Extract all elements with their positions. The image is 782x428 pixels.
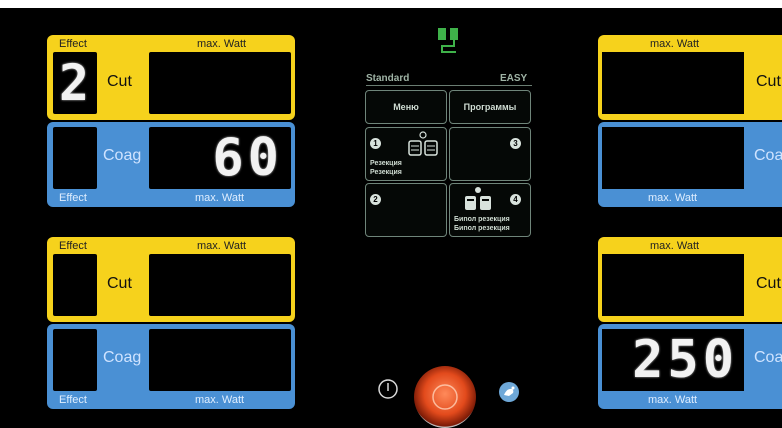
- effect-label: Effect: [59, 38, 87, 50]
- footswitch-icon[interactable]: [498, 381, 520, 403]
- menu-label: Меню: [393, 102, 419, 112]
- bipolar-icon: [465, 187, 491, 210]
- right-2-coag-panel[interactable]: 250 Coa max. Watt: [598, 324, 782, 409]
- max-watt-label: max. Watt: [195, 192, 245, 204]
- effect-label: Effect: [59, 192, 87, 204]
- power-icon[interactable]: [377, 378, 399, 400]
- coag-label: Coag: [103, 147, 142, 164]
- watt-display[interactable]: [149, 52, 291, 114]
- right-2-cut-panel[interactable]: max. Watt Cut: [598, 237, 782, 322]
- watt-display[interactable]: 60: [149, 127, 291, 189]
- programs-label: Программы: [463, 102, 517, 112]
- effect-value: 2: [59, 54, 90, 112]
- menu-button[interactable]: Меню: [365, 90, 447, 124]
- activate-button[interactable]: [414, 366, 476, 428]
- max-watt-label: max. Watt: [650, 240, 700, 252]
- effect-display[interactable]: 2: [53, 52, 97, 114]
- left-2-cut-panel[interactable]: Effect max. Watt Cut: [47, 237, 295, 322]
- watt-display[interactable]: [149, 254, 291, 316]
- max-watt-label: max. Watt: [648, 192, 698, 204]
- slot-line: Биnол резекция: [454, 225, 510, 232]
- program-slot-1[interactable]: 1 Резекция Резекция: [365, 127, 447, 181]
- max-watt-label: max. Watt: [197, 38, 247, 50]
- watt-display[interactable]: [602, 52, 744, 114]
- watt-value: 250: [632, 330, 738, 390]
- effect-display[interactable]: [53, 127, 97, 189]
- left-1-coag-panel[interactable]: Coag 60 Effect max. Watt: [47, 122, 295, 207]
- divider: [366, 85, 532, 86]
- slot-number: 3: [510, 138, 521, 149]
- electrode-icon: [408, 131, 438, 156]
- program-slot-4[interactable]: 4 Биnол резекция Биnол резекция: [449, 183, 531, 237]
- slot-line: Резекция: [370, 169, 402, 176]
- effect-label: Effect: [59, 240, 87, 252]
- coag-label: Coa: [754, 147, 782, 164]
- watt-display[interactable]: 250: [602, 329, 744, 391]
- coag-label: Coag: [103, 349, 142, 366]
- max-watt-label: max. Watt: [197, 240, 247, 252]
- programs-button[interactable]: Программы: [449, 90, 531, 124]
- effect-display[interactable]: [53, 329, 97, 391]
- cut-label: Cut: [756, 73, 781, 90]
- left-1-cut-panel[interactable]: Effect max. Watt 2 Cut: [47, 35, 295, 120]
- watt-value: 60: [212, 128, 283, 188]
- cut-label: Cut: [756, 275, 781, 292]
- program-slot-3[interactable]: 3: [449, 127, 531, 181]
- watt-display[interactable]: [602, 127, 744, 189]
- right-1-cut-panel[interactable]: max. Watt Cut: [598, 35, 782, 120]
- power-symbol-icon: [432, 384, 458, 410]
- program-slot-2[interactable]: 2: [365, 183, 447, 237]
- max-watt-label: max. Watt: [650, 38, 700, 50]
- mode-easy-label: EASY: [500, 73, 528, 84]
- right-1-coag-panel[interactable]: Coa max. Watt: [598, 122, 782, 207]
- slot-number: 1: [370, 138, 381, 149]
- mode-standard-label: Standard: [366, 73, 410, 84]
- slot-number: 4: [510, 194, 521, 205]
- watt-display[interactable]: [602, 254, 744, 316]
- slot-line: Биnол резекция: [454, 216, 510, 223]
- max-watt-label: max. Watt: [648, 394, 698, 406]
- slot-number: 2: [370, 194, 381, 205]
- watt-display[interactable]: [149, 329, 291, 391]
- cut-label: Cut: [107, 275, 132, 292]
- coag-label: Coa: [754, 349, 782, 366]
- effect-label: Effect: [59, 394, 87, 406]
- top-strip: [0, 0, 782, 8]
- slot-line: Резекция: [370, 160, 402, 167]
- effect-display[interactable]: [53, 254, 97, 316]
- plug-icon: [438, 28, 458, 53]
- cut-label: Cut: [107, 73, 132, 90]
- left-2-coag-panel[interactable]: Coag Effect max. Watt: [47, 324, 295, 409]
- max-watt-label: max. Watt: [195, 394, 245, 406]
